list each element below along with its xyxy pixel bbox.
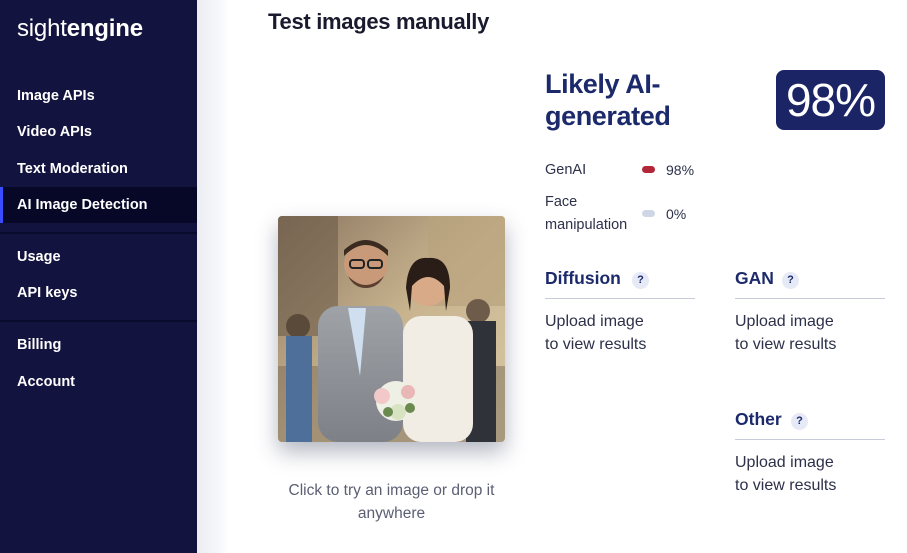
sidebar-item-billing[interactable]: Billing	[0, 327, 197, 363]
section-gan-header: GAN ?	[735, 268, 885, 299]
score-badge: 98%	[776, 70, 885, 130]
sidebar-item-image-apis[interactable]: Image APIs	[0, 78, 197, 114]
section-other-title: Other	[735, 409, 782, 429]
gan-help-icon[interactable]: ?	[782, 272, 799, 289]
section-diffusion-body: Upload image to view results	[545, 313, 647, 353]
sidebar: sightengine Image APIs Video APIs Text M…	[0, 0, 197, 553]
sidebar-item-text-moderation[interactable]: Text Moderation	[0, 151, 197, 187]
face-manipulation-score-bar	[642, 210, 655, 217]
metric-value-face-manipulation: 0%	[666, 206, 687, 222]
other-help-icon[interactable]: ?	[791, 413, 808, 430]
page-title: Test images manually	[268, 9, 490, 34]
sidebar-item-account[interactable]: Account	[0, 364, 197, 400]
section-diffusion-header: Diffusion ?	[545, 268, 695, 299]
section-gan-body: Upload image to view results	[735, 313, 837, 353]
sidebar-item-api-keys[interactable]: API keys	[0, 275, 197, 311]
drop-hint-text: Click to try an image or drop it anywher…	[288, 482, 495, 522]
section-other-body: Upload image to view results	[735, 454, 837, 494]
section-gan-title: GAN	[735, 268, 774, 288]
photo-icon	[278, 216, 505, 442]
genai-score-bar	[642, 166, 655, 173]
sidebar-divider	[0, 320, 197, 322]
metric-value-genai: 98%	[666, 162, 695, 178]
diffusion-help-icon[interactable]: ?	[632, 272, 649, 289]
content-edge-shadow	[197, 0, 229, 553]
sidebar-divider	[0, 232, 197, 234]
verdict-heading: Likely AI-generated	[545, 69, 671, 131]
sidebar-item-usage[interactable]: Usage	[0, 239, 197, 275]
section-diffusion-title: Diffusion	[545, 268, 621, 288]
metric-label-genai: GenAI	[545, 162, 587, 178]
metric-label-face-manipulation: Face manipulation	[545, 194, 628, 233]
logo-light-part: sight	[17, 15, 67, 42]
image-dropzone[interactable]	[278, 216, 505, 442]
logo-bold-part: engine	[66, 15, 143, 42]
sightengine-logo[interactable]: sightengine	[17, 15, 143, 43]
sidebar-item-ai-image-detection[interactable]: AI Image Detection	[0, 187, 197, 223]
sidebar-item-video-apis[interactable]: Video APIs	[0, 114, 197, 150]
section-other-header: Other ?	[735, 409, 885, 440]
